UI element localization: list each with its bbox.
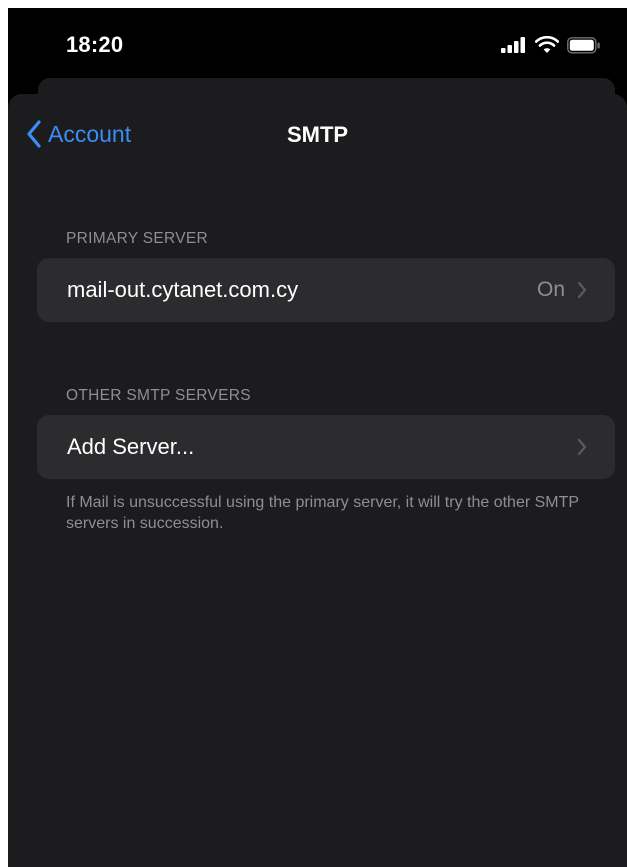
add-server-label: Add Server... (67, 434, 195, 459)
chevron-right-icon (577, 281, 587, 299)
status-time: 18:20 (66, 32, 124, 57)
primary-server-status-value: On (536, 278, 565, 301)
cellular-signal-icon (501, 37, 525, 53)
add-server-row[interactable]: Add Server... (37, 415, 615, 479)
other-servers-header: OTHER SMTP SERVERS (66, 387, 251, 404)
battery-icon (567, 36, 600, 54)
add-server-accessory (577, 438, 587, 456)
page-title: SMTP (286, 122, 349, 147)
navigation-bar: Account SMTP (8, 94, 627, 186)
status-icons (501, 35, 601, 55)
primary-server-name: mail-out.cytanet.com.cy (67, 277, 299, 302)
wifi-icon (535, 36, 559, 53)
status-bar: 18:20 (8, 8, 627, 86)
smtp-footer-note: If Mail is unsuccessful using the primar… (66, 494, 579, 532)
settings-sheet: Account SMTP PRIMARY SERVER mail-out.cyt… (8, 94, 627, 867)
chevron-right-icon (577, 438, 587, 456)
phone-screen: 18:20 Account SMTP PRIMARY SERVER mail-o… (8, 8, 627, 867)
primary-server-row[interactable]: mail-out.cytanet.com.cy On (37, 258, 615, 322)
primary-server-status: On (537, 278, 587, 302)
primary-server-header: PRIMARY SERVER (66, 230, 209, 247)
